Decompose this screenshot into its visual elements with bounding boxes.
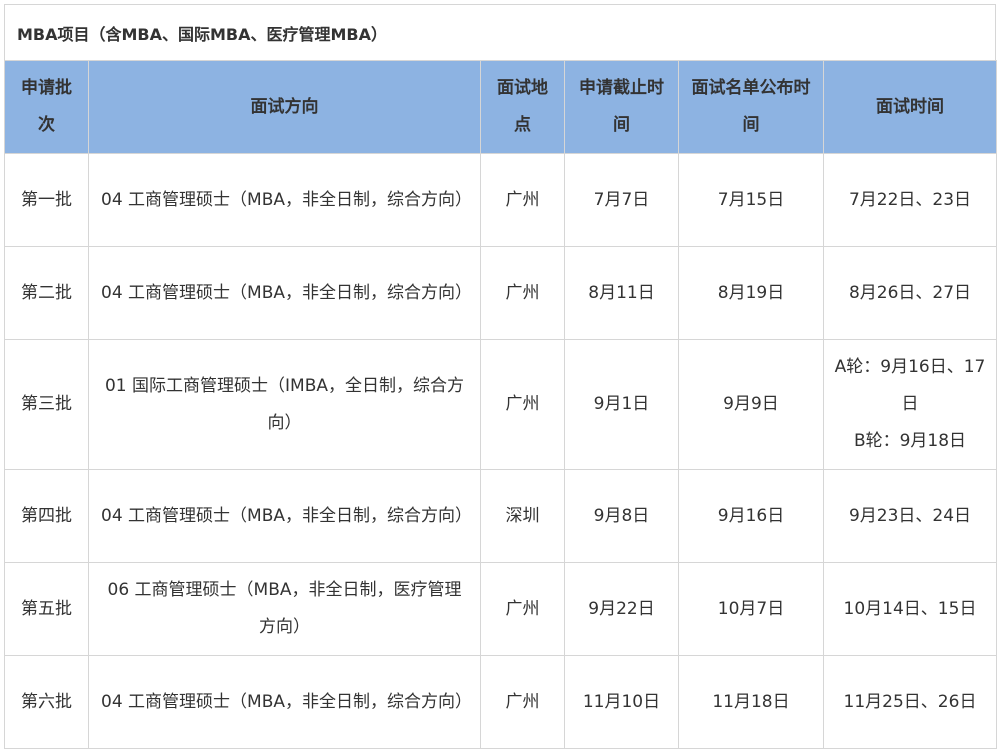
deadline-cell: 9月1日 [564,339,679,470]
table-row: 第一批 04 工商管理硕士（MBA，非全日制，综合方向） 广州 7月7日 7月1… [4,153,997,247]
direction-cell: 06 工商管理硕士（MBA，非全日制，医疗管理方向） [88,562,481,656]
batch-cell: 第五批 [4,562,89,656]
direction-cell: 04 工商管理硕士（MBA，非全日制，综合方向） [88,153,481,247]
location-cell: 广州 [480,246,565,340]
batch-cell: 第四批 [4,469,89,563]
batch-cell: 第六批 [4,655,89,749]
table-row: 第二批 04 工商管理硕士（MBA，非全日制，综合方向） 广州 8月11日 8月… [4,246,997,340]
interview-round-a: A轮：9月16日、17日 [834,357,986,414]
header-location: 面试地点 [480,60,565,154]
list-publish-cell: 8月19日 [678,246,824,340]
location-cell: 广州 [480,339,565,470]
direction-cell: 04 工商管理硕士（MBA，非全日制，综合方向） [88,246,481,340]
list-publish-cell: 9月9日 [678,339,824,470]
interview-time-cell: 11月25日、26日 [823,655,997,749]
interview-time-cell: 7月22日、23日 [823,153,997,247]
batch-cell: 第二批 [4,246,89,340]
table-title: MBA项目（含MBA、国际MBA、医疗管理MBA） [4,4,996,60]
batch-cell: 第一批 [4,153,89,247]
interview-round-b: B轮：9月18日 [853,431,967,451]
header-list-publish: 面试名单公布时间 [678,60,824,154]
table-row: 第五批 06 工商管理硕士（MBA，非全日制，医疗管理方向） 广州 9月22日 … [4,562,997,656]
header-deadline: 申请截止时间 [564,60,679,154]
location-cell: 深圳 [480,469,565,563]
header-row: 申请批次 面试方向 面试地点 申请截止时间 面试名单公布时间 面试时间 [4,60,997,154]
interview-time-cell: 8月26日、27日 [823,246,997,340]
deadline-cell: 11月10日 [564,655,679,749]
header-interview-time: 面试时间 [823,60,997,154]
interview-time-cell: 10月14日、15日 [823,562,997,656]
header-direction: 面试方向 [88,60,481,154]
deadline-cell: 9月22日 [564,562,679,656]
table-row: 第三批 01 国际工商管理硕士（IMBA，全日制，综合方向） 广州 9月1日 9… [4,339,997,470]
list-publish-cell: 9月16日 [678,469,824,563]
direction-cell: 01 国际工商管理硕士（IMBA，全日制，综合方向） [88,339,481,470]
deadline-cell: 8月11日 [564,246,679,340]
interview-time-cell: A轮：9月16日、17日 B轮：9月18日 [823,339,997,470]
deadline-cell: 7月7日 [564,153,679,247]
list-publish-cell: 10月7日 [678,562,824,656]
location-cell: 广州 [480,153,565,247]
schedule-container: MBA项目（含MBA、国际MBA、医疗管理MBA） 申请批次 面试方向 面试地点… [4,4,997,749]
list-publish-cell: 11月18日 [678,655,824,749]
interview-time-cell: 9月23日、24日 [823,469,997,563]
header-batch: 申请批次 [4,60,89,154]
location-cell: 广州 [480,562,565,656]
location-cell: 广州 [480,655,565,749]
interview-schedule-table: 申请批次 面试方向 面试地点 申请截止时间 面试名单公布时间 面试时间 第一批 … [4,60,997,749]
deadline-cell: 9月8日 [564,469,679,563]
table-row: 第六批 04 工商管理硕士（MBA，非全日制，综合方向） 广州 11月10日 1… [4,655,997,749]
direction-cell: 04 工商管理硕士（MBA，非全日制，综合方向） [88,655,481,749]
list-publish-cell: 7月15日 [678,153,824,247]
batch-cell: 第三批 [4,339,89,470]
table-row: 第四批 04 工商管理硕士（MBA，非全日制，综合方向） 深圳 9月8日 9月1… [4,469,997,563]
direction-cell: 04 工商管理硕士（MBA，非全日制，综合方向） [88,469,481,563]
